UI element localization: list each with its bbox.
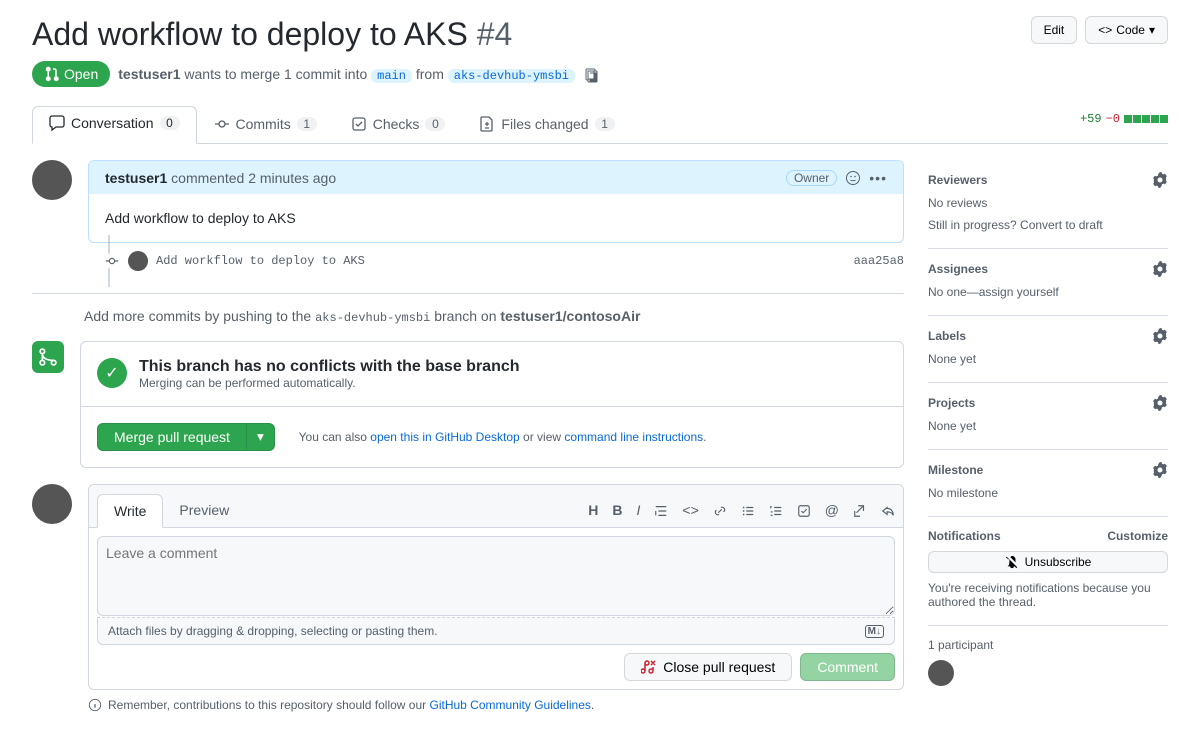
checks-icon bbox=[351, 116, 367, 132]
preview-tab[interactable]: Preview bbox=[163, 494, 245, 528]
merge-status-title: This branch has no conflicts with the ba… bbox=[139, 358, 520, 376]
quote-icon[interactable] bbox=[654, 502, 668, 518]
markdown-icon[interactable]: M↓ bbox=[865, 625, 884, 638]
merge-status-sub: Merging can be performed automatically. bbox=[139, 376, 520, 390]
commit-avatar[interactable] bbox=[128, 251, 148, 271]
italic-icon[interactable]: I bbox=[637, 502, 641, 518]
copy-icon[interactable] bbox=[583, 65, 599, 82]
tab-commits[interactable]: Commits1 bbox=[197, 106, 334, 144]
bell-slash-icon bbox=[1005, 555, 1019, 569]
gear-icon[interactable] bbox=[1152, 395, 1168, 411]
commit-row[interactable]: Add workflow to deploy to AKS aaa25a8 bbox=[32, 243, 904, 279]
open-desktop-link[interactable]: open this in GitHub Desktop bbox=[370, 430, 519, 444]
avatar[interactable] bbox=[32, 160, 72, 200]
milestone-heading[interactable]: Milestone bbox=[928, 462, 1168, 478]
comment-button[interactable]: Comment bbox=[800, 653, 895, 681]
write-tab[interactable]: Write bbox=[97, 494, 163, 528]
gear-icon[interactable] bbox=[1152, 261, 1168, 277]
pull-request-icon bbox=[44, 66, 60, 82]
merge-box: ✓ This branch has no conflicts with the … bbox=[80, 341, 904, 468]
tab-conversation[interactable]: Conversation0 bbox=[32, 106, 197, 144]
participant-avatar[interactable] bbox=[928, 660, 954, 686]
comment-box: testuser1 commented 2 minutes ago Owner … bbox=[88, 160, 904, 243]
merge-dropdown[interactable]: ▾ bbox=[247, 423, 275, 451]
convert-draft-link[interactable]: Still in progress? Convert to draft bbox=[928, 218, 1103, 232]
attach-hint[interactable]: Attach files by dragging & dropping, sel… bbox=[108, 624, 438, 638]
comment-textarea[interactable] bbox=[97, 536, 895, 616]
file-diff-icon bbox=[479, 116, 495, 132]
reply-icon[interactable] bbox=[881, 502, 895, 518]
pr-title: Add workflow to deploy to AKS #4 bbox=[32, 16, 512, 53]
link-icon[interactable] bbox=[713, 502, 727, 518]
head-branch[interactable]: aks-devhub-ymsbi bbox=[448, 69, 575, 83]
list-unordered-icon[interactable] bbox=[741, 502, 755, 518]
edit-button[interactable]: Edit bbox=[1031, 16, 1078, 44]
code-button[interactable]: <> Code ▾ bbox=[1085, 16, 1168, 44]
info-icon bbox=[88, 698, 102, 712]
comment-author[interactable]: testuser1 bbox=[105, 170, 167, 186]
labels-heading[interactable]: Labels bbox=[928, 328, 1168, 344]
reviewers-heading[interactable]: Reviewers bbox=[928, 172, 1168, 188]
comment-body: Add workflow to deploy to AKS bbox=[89, 194, 903, 242]
tab-checks[interactable]: Checks0 bbox=[334, 106, 463, 144]
kebab-icon[interactable]: ••• bbox=[869, 170, 887, 186]
tasklist-icon[interactable] bbox=[797, 502, 811, 518]
state-badge: Open bbox=[32, 61, 110, 87]
code-icon[interactable]: <> bbox=[682, 502, 698, 518]
customize-link[interactable]: Customize bbox=[1107, 529, 1168, 543]
gear-icon[interactable] bbox=[1152, 172, 1168, 188]
diffstat[interactable]: +59 −0 bbox=[1080, 112, 1168, 136]
reference-icon[interactable] bbox=[853, 502, 867, 518]
assign-yourself-link[interactable]: assign yourself bbox=[979, 285, 1059, 299]
commit-marker-icon bbox=[104, 253, 120, 269]
gear-icon[interactable] bbox=[1152, 462, 1168, 478]
merge-badge-icon bbox=[32, 341, 64, 373]
avatar[interactable] bbox=[32, 484, 72, 524]
gear-icon[interactable] bbox=[1152, 328, 1168, 344]
base-branch[interactable]: main bbox=[371, 69, 412, 83]
pr-number: #4 bbox=[477, 16, 513, 52]
commit-message[interactable]: Add workflow to deploy to AKS bbox=[156, 254, 365, 268]
close-pr-button[interactable]: Close pull request bbox=[624, 653, 792, 681]
check-icon: ✓ bbox=[97, 358, 127, 388]
pull-request-closed-icon bbox=[641, 659, 657, 675]
code-icon: <> bbox=[1098, 20, 1112, 40]
tab-files[interactable]: Files changed1 bbox=[462, 106, 631, 144]
notifications-heading: NotificationsCustomize bbox=[928, 529, 1168, 543]
owner-badge: Owner bbox=[786, 170, 837, 186]
assignees-heading[interactable]: Assignees bbox=[928, 261, 1168, 277]
emoji-icon[interactable] bbox=[845, 169, 861, 186]
guidelines-hint: Remember, contributions to this reposito… bbox=[88, 698, 904, 712]
push-hint: Add more commits by pushing to the aks-d… bbox=[84, 308, 904, 325]
mention-icon[interactable]: @ bbox=[825, 502, 839, 518]
caret-down-icon: ▾ bbox=[1149, 20, 1155, 40]
commit-sha[interactable]: aaa25a8 bbox=[854, 254, 904, 268]
cli-instructions-link[interactable]: command line instructions bbox=[564, 430, 703, 444]
participants-count: 1 participant bbox=[928, 638, 1168, 652]
pr-author[interactable]: testuser1 bbox=[118, 66, 180, 82]
guidelines-link[interactable]: GitHub Community Guidelines bbox=[430, 698, 591, 712]
heading-icon[interactable]: H bbox=[588, 502, 598, 518]
comment-icon bbox=[49, 115, 65, 131]
projects-heading[interactable]: Projects bbox=[928, 395, 1168, 411]
bold-icon[interactable]: B bbox=[612, 502, 622, 518]
unsubscribe-button[interactable]: Unsubscribe bbox=[928, 551, 1168, 573]
commit-icon bbox=[214, 116, 230, 132]
list-ordered-icon[interactable] bbox=[769, 502, 783, 518]
merge-button[interactable]: Merge pull request bbox=[97, 423, 247, 451]
